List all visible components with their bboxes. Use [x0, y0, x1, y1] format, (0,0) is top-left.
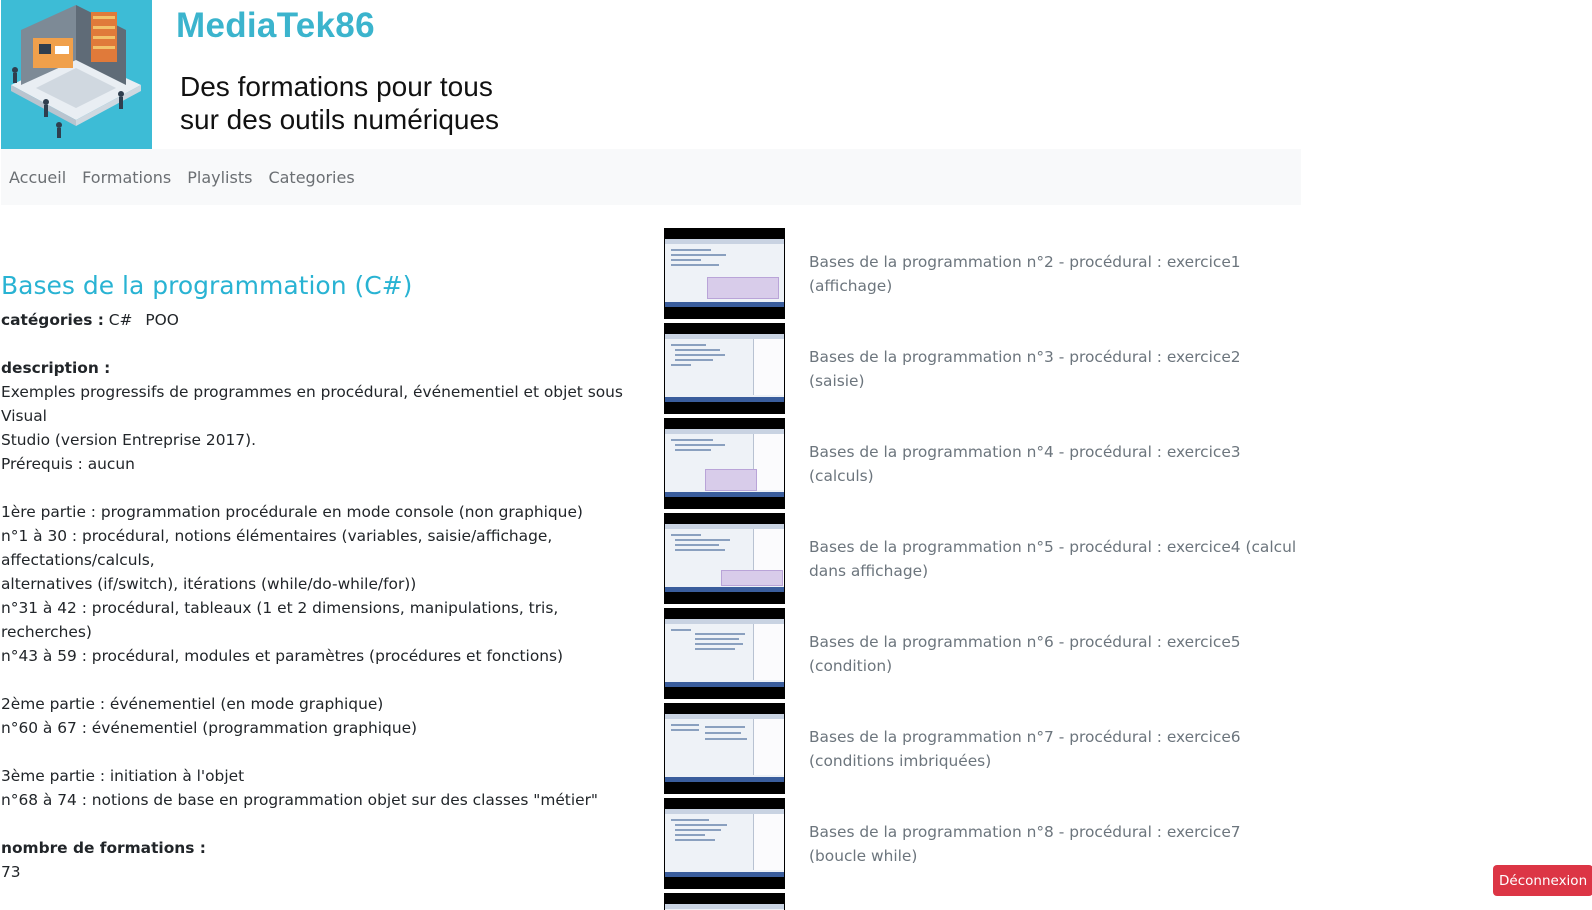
- description-line: Exemples progressifs de programmes en pr…: [1, 383, 623, 425]
- site-header: MediaTek86 Des formations pour tous sur …: [1, 0, 1301, 149]
- description-line: n°60 à 67 : événementiel (programmation …: [1, 719, 418, 737]
- description-line: Prérequis : aucun: [1, 455, 135, 473]
- video-screenshot-icon: [665, 809, 784, 877]
- description-blank-line: [1, 740, 646, 764]
- description-text: Exemples progressifs de programmes en pr…: [1, 380, 646, 812]
- description-line: 1ère partie : programmation procédurale …: [1, 503, 583, 521]
- video-screenshot-icon: [665, 239, 784, 307]
- description-line: n°31 à 42 : procédural, tableaux (1 et 2…: [1, 599, 559, 641]
- description-line: n°68 à 74 : notions de base en programma…: [1, 791, 598, 809]
- formation-thumbnail[interactable]: [664, 323, 785, 414]
- tagline-line-2: sur des outils numériques: [180, 104, 500, 135]
- list-item: Bases de la programmation n°2 - procédur…: [664, 226, 1304, 321]
- video-screenshot-icon: [665, 714, 784, 782]
- categories-row: catégories : C# POO: [1, 308, 646, 332]
- description-blank-line: [1, 668, 646, 692]
- playlist-details: Bases de la programmation (C#) catégorie…: [1, 268, 646, 884]
- logo-image: [1, 0, 152, 149]
- nav-link-accueil[interactable]: Accueil: [9, 168, 66, 187]
- page: MediaTek86 Des formations pour tous sur …: [0, 0, 1592, 910]
- list-item: Bases de la programmation n°3 - procédur…: [664, 321, 1304, 416]
- nav-link-categories[interactable]: Categories: [268, 168, 354, 187]
- nav-link-formations[interactable]: Formations: [82, 168, 171, 187]
- description-line: n°43 à 59 : procédural, modules et param…: [1, 647, 564, 665]
- tagline-line-1: Des formations pour tous: [180, 71, 493, 102]
- video-screenshot-icon: [665, 429, 784, 497]
- formation-title-link[interactable]: Bases de la programmation n°7 - procédur…: [809, 725, 1299, 773]
- video-screenshot-icon: [665, 904, 784, 910]
- description-blank-line: [1, 476, 646, 500]
- formation-title-link[interactable]: Bases de la programmation n°4 - procédur…: [809, 440, 1299, 488]
- video-screenshot-icon: [665, 334, 784, 402]
- category-item: POO: [145, 311, 179, 329]
- list-item: Bases de la programmation n°5 - procédur…: [664, 511, 1304, 606]
- categories-label: catégories :: [1, 311, 104, 329]
- laptop-illustration-icon: [1, 0, 152, 149]
- formation-title-link[interactable]: Bases de la programmation n°8 - procédur…: [809, 820, 1299, 868]
- main-navbar: Accueil Formations Playlists Categories: [1, 149, 1301, 205]
- formation-title-link[interactable]: Bases de la programmation n°6 - procédur…: [809, 630, 1299, 678]
- tagline: Des formations pour tous sur des outils …: [180, 70, 499, 136]
- description-line: n°1 à 30 : procédural, notions élémentai…: [1, 527, 553, 569]
- nav-link-playlists[interactable]: Playlists: [187, 168, 252, 187]
- category-item: C#: [108, 311, 133, 329]
- description-line: alternatives (if/switch), itérations (wh…: [1, 575, 417, 593]
- formation-thumbnail[interactable]: [664, 513, 785, 604]
- list-item: Bases de la programmation n°8 - procédur…: [664, 796, 1304, 891]
- formation-thumbnail[interactable]: [664, 703, 785, 794]
- formation-thumbnail[interactable]: [664, 893, 785, 910]
- formation-thumbnail[interactable]: [664, 798, 785, 889]
- list-item-partial: [664, 891, 1304, 910]
- playlist-title: Bases de la programmation (C#): [1, 271, 413, 300]
- count-label: nombre de formations :: [1, 839, 206, 857]
- description-label: description :: [1, 359, 111, 377]
- list-item: Bases de la programmation n°4 - procédur…: [664, 416, 1304, 511]
- formation-thumbnail[interactable]: [664, 228, 785, 319]
- formation-title-link[interactable]: Bases de la programmation n°2 - procédur…: [809, 250, 1299, 298]
- formation-title-link[interactable]: Bases de la programmation n°5 - procédur…: [809, 535, 1299, 583]
- formation-thumbnail[interactable]: [664, 418, 785, 509]
- formation-title-link[interactable]: Bases de la programmation n°3 - procédur…: [809, 345, 1299, 393]
- video-screenshot-icon: [665, 619, 784, 687]
- description-line: Studio (version Entreprise 2017).: [1, 431, 256, 449]
- list-item: Bases de la programmation n°7 - procédur…: [664, 701, 1304, 796]
- site-title: MediaTek86: [176, 6, 375, 45]
- logout-button[interactable]: Déconnexion: [1493, 865, 1592, 896]
- formation-thumbnail[interactable]: [664, 608, 785, 699]
- list-item: Bases de la programmation n°6 - procédur…: [664, 606, 1304, 701]
- formations-list: Bases de la programmation n°2 - procédur…: [664, 226, 1304, 910]
- description-line: 3ème partie : initiation à l'objet: [1, 767, 245, 785]
- count-value: 73: [1, 863, 21, 881]
- description-line: 2ème partie : événementiel (en mode grap…: [1, 695, 384, 713]
- video-screenshot-icon: [665, 524, 784, 592]
